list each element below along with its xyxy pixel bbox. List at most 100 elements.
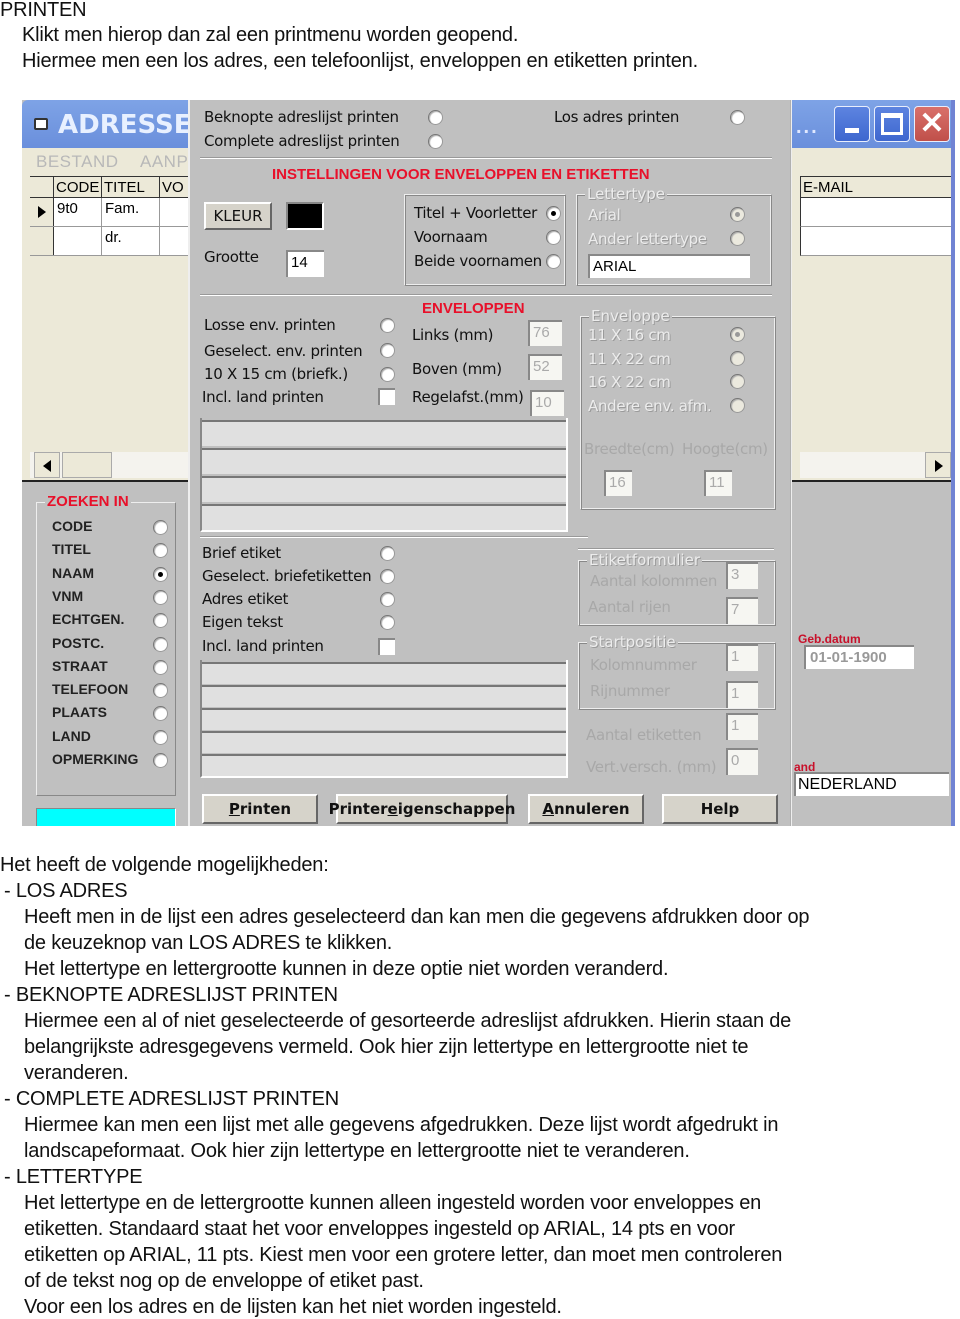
radio-enveloppe-size[interactable]	[730, 374, 745, 389]
incl-land-label: Incl. land printen	[202, 388, 324, 406]
search-option-label: VNM	[52, 587, 84, 604]
incl-land-label: Incl. land printen	[202, 637, 324, 655]
rijen-input[interactable]: 7	[726, 597, 758, 624]
radio-beide-voornamen[interactable]	[546, 254, 561, 269]
column-header-code[interactable]: CODE	[54, 177, 102, 198]
radio-search-vnm[interactable]	[153, 589, 168, 605]
menu-aanpassen[interactable]: AANP	[140, 152, 188, 172]
search-input[interactable]	[36, 808, 176, 826]
lettertype-input[interactable]: ARIAL	[588, 254, 750, 278]
body-paragraph-line: belangrijkste adresgegevens vermeld. Ook…	[24, 1036, 749, 1058]
breedte-input[interactable]: 16	[604, 470, 632, 496]
radio-los-adres[interactable]	[730, 110, 745, 125]
printereigenschappen-button[interactable]: Printereigenschappen	[329, 794, 515, 824]
aantal-etiketten-input[interactable]: 1	[726, 713, 758, 740]
radio-enveloppe-size[interactable]	[730, 327, 745, 342]
table-row-email[interactable]	[800, 227, 951, 256]
links-input[interactable]: 76	[528, 320, 562, 346]
radio-briefkaart[interactable]	[380, 367, 395, 382]
table-row-email[interactable]	[800, 198, 951, 227]
rijnummer-input[interactable]: 1	[726, 681, 758, 708]
radio-search-straat[interactable]	[153, 659, 168, 675]
annuleren-button[interactable]: Annuleren	[528, 794, 644, 824]
menu-bestand[interactable]: BESTAND	[36, 152, 119, 172]
cell-titel[interactable]: Fam.	[102, 198, 160, 226]
kleur-button[interactable]: KLEUR	[204, 202, 272, 230]
column-header-titel[interactable]: TITEL	[102, 177, 160, 198]
horizontal-scrollbar-right[interactable]	[800, 452, 951, 478]
cell-code[interactable]: 9t0	[54, 198, 102, 226]
intro-line: Hiermee men een los adres, een telefoonl…	[22, 50, 698, 72]
rijen-label: Aantal rijen	[588, 598, 671, 616]
printen-button[interactable]: Printen	[202, 794, 318, 824]
land-input[interactable]: NEDERLAND	[794, 772, 949, 796]
horizontal-scrollbar[interactable]	[30, 452, 190, 478]
regelafst-input[interactable]: 10	[530, 390, 564, 416]
kolomnummer-input[interactable]: 1	[726, 644, 758, 671]
row-selector[interactable]	[30, 198, 54, 226]
cell-email[interactable]	[801, 227, 952, 255]
cell-email[interactable]	[801, 198, 952, 226]
radio-losse-env[interactable]	[380, 318, 395, 333]
column-header-email[interactable]: E-MAIL	[800, 177, 955, 198]
search-option-label: STRAAT	[52, 657, 108, 674]
cell-titel[interactable]: dr.	[102, 227, 160, 255]
table-row[interactable]: 9t0 Fam.	[30, 198, 190, 227]
scroll-left-button[interactable]	[34, 452, 60, 478]
radio-search-naam[interactable]	[153, 566, 168, 582]
body-section-title: - BEKNOPTE ADRESLIJST PRINTEN	[4, 984, 338, 1006]
radio-geselect-env[interactable]	[380, 343, 395, 358]
radio-arial[interactable]	[730, 207, 745, 222]
minimize-button[interactable]	[834, 106, 870, 142]
radio-eigen-tekst[interactable]	[380, 615, 395, 630]
radio-search-postc[interactable]	[153, 636, 168, 652]
color-swatch[interactable]	[286, 202, 324, 230]
grid-header-right: E-MAIL	[800, 176, 955, 198]
radio-search-opmerking[interactable]	[153, 753, 168, 768]
name-option-label: Voornaam	[414, 228, 488, 246]
search-option-label: LAND	[52, 727, 91, 744]
breedte-label: Breedte(cm)	[584, 440, 675, 458]
arrow-left-icon	[43, 460, 51, 472]
radio-search-code[interactable]	[153, 520, 168, 535]
radio-enveloppe-size[interactable]	[730, 397, 745, 413]
radio-brief-etiket[interactable]	[380, 546, 395, 561]
option-beknopt-label: Beknopte adreslijst printen	[204, 108, 399, 126]
close-button[interactable]: ✕	[914, 106, 950, 142]
radio-titel-voorletter[interactable]	[546, 206, 561, 221]
radio-adres-etiket[interactable]	[380, 592, 395, 607]
printereigenschappen-button-label: Printereigenschappen	[328, 800, 516, 818]
search-option-label: CODE	[52, 518, 93, 534]
maximize-button[interactable]	[874, 106, 910, 142]
geb-datum-input[interactable]: 01-01-1900	[804, 645, 914, 669]
radio-ander-lettertype[interactable]	[730, 231, 745, 246]
help-button[interactable]: Help	[662, 794, 778, 824]
env-option-label: Losse env. printen	[204, 316, 336, 334]
body-paragraph-line: etiketten. Standaard staat het voor enve…	[24, 1218, 735, 1240]
incl-land-env-checkbox[interactable]	[378, 388, 395, 405]
cell-code[interactable]	[54, 227, 102, 255]
scroll-right-button[interactable]	[925, 452, 951, 478]
grootte-input[interactable]: 14	[286, 250, 324, 277]
section-heading: PRINTEN	[0, 0, 87, 21]
kolommen-input[interactable]: 3	[726, 562, 758, 589]
window-border	[951, 100, 955, 826]
printen-button-label: rinten	[239, 800, 292, 818]
radio-voornaam[interactable]	[546, 230, 561, 245]
vert-versch-input[interactable]: 0	[726, 748, 758, 775]
radio-search-land[interactable]	[153, 729, 168, 745]
env-option-label: 10 X 15 cm (briefk.)	[204, 365, 348, 383]
hoogte-input[interactable]: 11	[704, 470, 732, 496]
row-selector[interactable]	[30, 227, 54, 255]
radio-enveloppe-size[interactable]	[730, 350, 745, 366]
annuleren-mnemonic: A	[542, 800, 554, 818]
boven-input[interactable]: 52	[528, 354, 562, 380]
incl-land-etiket-checkbox[interactable]	[378, 638, 395, 655]
scroll-thumb[interactable]	[62, 452, 112, 478]
radio-geselect-briefetiketten[interactable]	[380, 569, 395, 584]
table-row[interactable]: dr.	[30, 227, 190, 256]
radio-search-telefoon[interactable]	[153, 683, 168, 699]
radio-beknopt[interactable]	[428, 110, 443, 125]
search-option-label: OPMERKING	[52, 751, 139, 767]
radio-complete[interactable]	[428, 134, 443, 149]
